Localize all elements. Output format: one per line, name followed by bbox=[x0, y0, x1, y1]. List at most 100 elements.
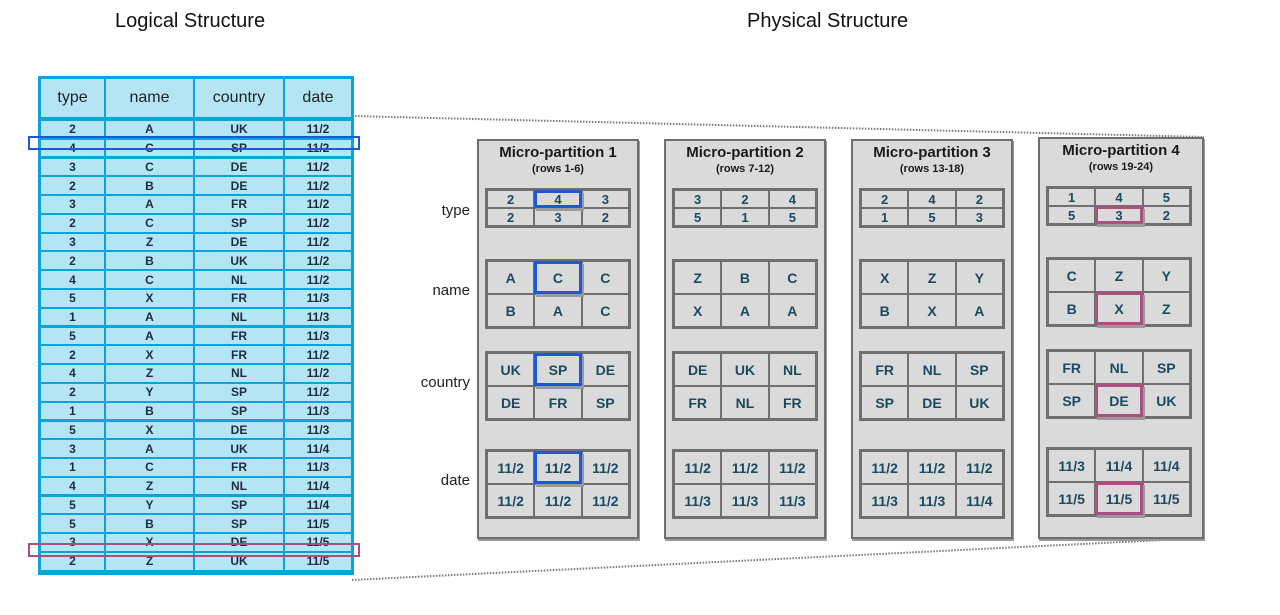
type-value: 1 bbox=[1048, 188, 1096, 206]
name-value: Y bbox=[955, 261, 1003, 294]
date-value: 11/2 bbox=[487, 484, 535, 517]
column-header-type: type bbox=[41, 79, 104, 117]
date-column-grid: 11/2 11/2 11/2 11/3 11/3 11/4 bbox=[859, 449, 1005, 519]
name-value: C bbox=[581, 261, 629, 294]
partition-row-range: (rows 19-24) bbox=[1088, 161, 1154, 173]
name-value: X bbox=[908, 294, 956, 327]
date-value: 11/2 bbox=[487, 451, 535, 484]
cell-name: C bbox=[106, 271, 193, 288]
type-value: 5 bbox=[1142, 188, 1190, 206]
table-row: 2 A UK 11/2 bbox=[41, 121, 351, 138]
cell-name: Y bbox=[106, 383, 193, 401]
date-value: 11/2 bbox=[534, 484, 582, 517]
table-row: 3 A FR 11/2 bbox=[41, 196, 351, 213]
date-value: 11/4 bbox=[1095, 449, 1143, 482]
micro-partition-4: Micro-partition 4 (rows 19-24) 1 4 5 5 3 2 C Z Y B X… bbox=[1038, 137, 1204, 539]
name-value: A bbox=[721, 294, 769, 327]
micro-partition-1: Micro-partition 1 (rows 1-6) 2 4 3 2 3 2 A C C B A C U… bbox=[477, 139, 639, 539]
table-row: 5 B SP 11/5 bbox=[41, 515, 351, 532]
country-column-grid: DE UK NL FR NL FR bbox=[672, 351, 818, 421]
cell-name: A bbox=[106, 121, 193, 138]
date-value: 11/2 bbox=[581, 484, 629, 517]
column-header-name: name bbox=[106, 79, 193, 117]
country-value: UK bbox=[1142, 384, 1190, 417]
table-row: 1 C FR 11/3 bbox=[41, 459, 351, 476]
cell-type: 3 bbox=[41, 158, 104, 176]
cell-name: Z bbox=[106, 365, 193, 382]
name-value: B bbox=[861, 294, 909, 327]
name-value: B bbox=[487, 294, 535, 327]
cell-type: 2 bbox=[41, 177, 104, 194]
cell-name: X bbox=[106, 534, 193, 551]
cell-country: FR bbox=[195, 346, 283, 363]
name-value: B bbox=[721, 261, 769, 294]
type-value: 3 bbox=[581, 190, 629, 208]
type-value: 4 bbox=[768, 190, 816, 208]
name-value: X bbox=[1095, 292, 1143, 325]
table-row: 5 A FR 11/3 bbox=[41, 327, 351, 345]
table-header: type name country date bbox=[41, 79, 351, 117]
type-value: 2 bbox=[487, 208, 535, 226]
cell-country: FR bbox=[195, 196, 283, 213]
cell-type: 3 bbox=[41, 196, 104, 213]
name-value: C bbox=[1048, 259, 1096, 292]
type-value: 2 bbox=[487, 190, 535, 208]
country-value: NL bbox=[1095, 351, 1143, 384]
partition-row-range: (rows 1-6) bbox=[532, 163, 584, 175]
column-header-country: country bbox=[195, 79, 283, 117]
cell-name: B bbox=[106, 177, 193, 194]
name-value: A bbox=[534, 294, 582, 327]
cell-name: Z bbox=[106, 477, 193, 495]
table-row: 3 X DE 11/5 bbox=[41, 534, 351, 551]
type-column-grid: 242153 bbox=[859, 188, 1005, 228]
date-value: 11/2 bbox=[721, 451, 769, 484]
cell-date: 11/4 bbox=[285, 496, 351, 514]
type-value: 2 bbox=[1142, 206, 1190, 224]
country-value: FR bbox=[1048, 351, 1096, 384]
cell-name: A bbox=[106, 440, 193, 457]
cell-date: 11/2 bbox=[285, 346, 351, 363]
cell-country: DE bbox=[195, 233, 283, 251]
cell-date: 11/3 bbox=[285, 290, 351, 307]
date-value: 11/5 bbox=[1048, 482, 1096, 515]
cell-type: 4 bbox=[41, 365, 104, 382]
country-value: UK bbox=[721, 353, 769, 386]
table-row: 1 A NL 11/3 bbox=[41, 308, 351, 326]
cell-country: UK bbox=[195, 552, 283, 570]
country-column-grid: UK SP DE DE FR SP bbox=[485, 351, 631, 421]
date-value: 11/2 bbox=[581, 451, 629, 484]
table-row: 2 Y SP 11/2 bbox=[41, 383, 351, 401]
type-value: 2 bbox=[955, 190, 1003, 208]
country-value: FR bbox=[861, 353, 909, 386]
country-value: UK bbox=[487, 353, 535, 386]
cell-country: DE bbox=[195, 177, 283, 194]
cell-date: 11/3 bbox=[285, 459, 351, 476]
cell-type: 4 bbox=[41, 139, 104, 157]
type-value: 2 bbox=[861, 190, 909, 208]
type-value: 1 bbox=[721, 208, 769, 226]
country-value: FR bbox=[674, 386, 722, 419]
name-column-grid: ACCBAC bbox=[485, 259, 631, 329]
type-value: 5 bbox=[908, 208, 956, 226]
type-value: 4 bbox=[1095, 188, 1143, 206]
type-value: 3 bbox=[674, 190, 722, 208]
table-row: 2 X FR 11/2 bbox=[41, 346, 351, 363]
micro-partition-3: Micro-partition 3 (rows 13-18) 2 4 2 1 5 3 X Z Y B X… bbox=[851, 139, 1013, 539]
name-value: A bbox=[487, 261, 535, 294]
cell-date: 11/2 bbox=[285, 177, 351, 194]
cell-country: FR bbox=[195, 290, 283, 307]
date-column-grid: 11/2 11/2 11/2 11/2 11/2 11/2 bbox=[485, 449, 631, 519]
country-value: DE bbox=[487, 386, 535, 419]
type-value: 5 bbox=[768, 208, 816, 226]
cell-type: 1 bbox=[41, 402, 104, 420]
cell-date: 11/2 bbox=[285, 365, 351, 382]
table-row: 4 Z NL 11/2 bbox=[41, 365, 351, 382]
partition-title: Micro-partition 3 bbox=[873, 144, 991, 161]
cell-country: UK bbox=[195, 252, 283, 270]
cell-type: 5 bbox=[41, 290, 104, 307]
name-value: C bbox=[534, 261, 582, 294]
cell-date: 11/5 bbox=[285, 534, 351, 551]
cell-name: X bbox=[106, 346, 193, 363]
name-value: X bbox=[861, 261, 909, 294]
name-column-grid: XZYBXA bbox=[859, 259, 1005, 329]
